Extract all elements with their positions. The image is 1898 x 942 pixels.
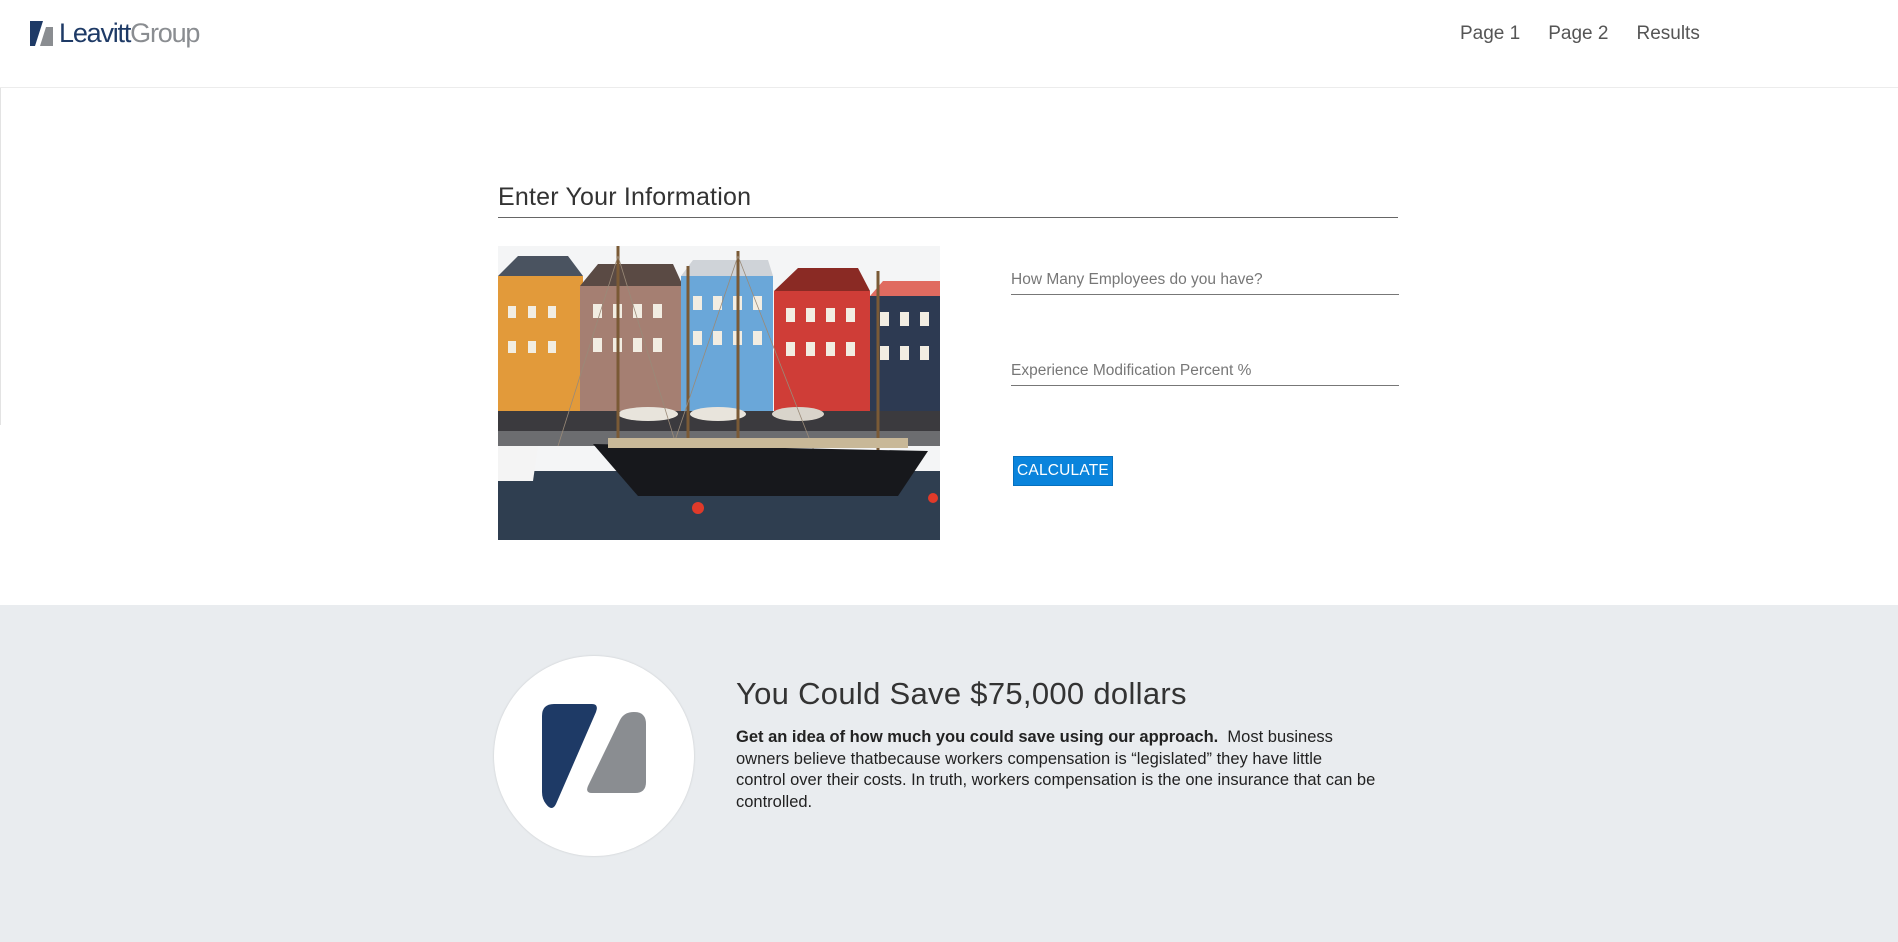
divider	[0, 88, 1, 425]
brand-name-secondary: Group	[130, 18, 200, 48]
leavitt-logo-icon	[30, 20, 53, 46]
harbor-photo-image	[498, 246, 940, 540]
savings-lead: Get an idea of how much you could save u…	[736, 728, 1219, 746]
brand-name: LeavittGroup	[59, 18, 200, 48]
nav-page-2[interactable]: Page 2	[1548, 22, 1608, 46]
nav-results[interactable]: Results	[1636, 22, 1699, 46]
employees-input[interactable]	[1011, 270, 1399, 295]
savings-title: You Could Save $75,000 dollars	[736, 676, 1187, 711]
site-header: LeavittGroup Page 1 Page 2 Results	[0, 0, 1898, 88]
calculate-button[interactable]: CALCULATE	[1013, 456, 1113, 486]
form-title: Enter Your Information	[498, 181, 1398, 218]
leavitt-logo-large-icon	[542, 704, 646, 808]
brand-name-primary: Leavitt	[59, 18, 131, 48]
brand-logo[interactable]: LeavittGroup	[29, 18, 200, 48]
savings-section: You Could Save $75,000 dollars Get an id…	[0, 605, 1898, 942]
main-nav: Page 1 Page 2 Results	[1460, 22, 1700, 46]
logo-circle	[494, 656, 694, 856]
savings-description: Get an idea of how much you could save u…	[736, 727, 1376, 813]
harbor-photo	[498, 246, 940, 540]
nav-page-1[interactable]: Page 1	[1460, 22, 1520, 46]
experience-modification-input[interactable]	[1011, 361, 1399, 386]
